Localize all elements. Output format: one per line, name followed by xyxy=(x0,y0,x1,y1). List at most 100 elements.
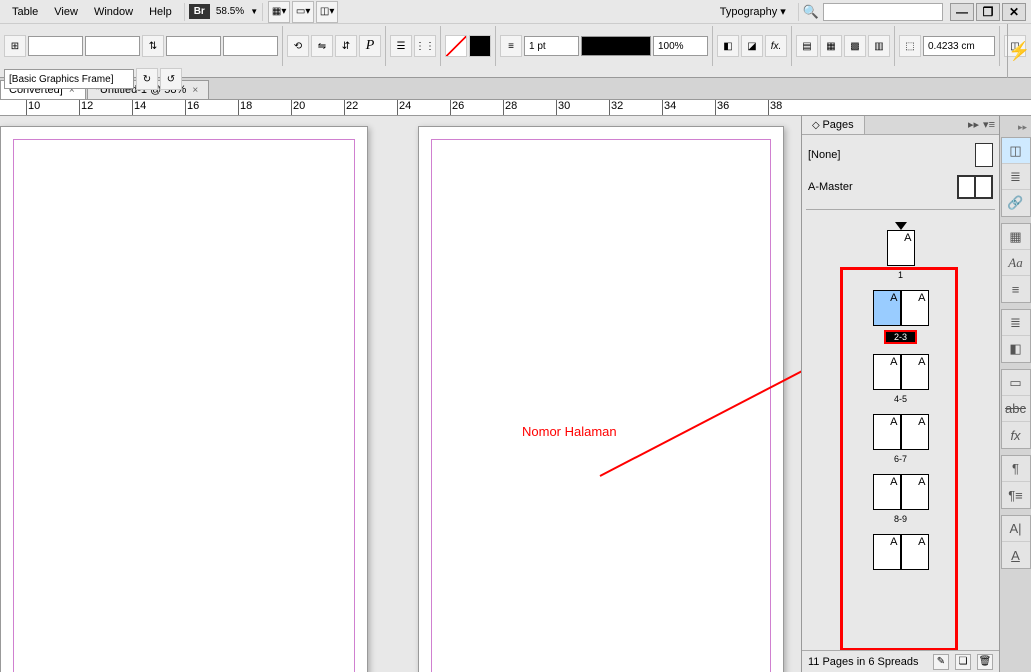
text-wrap-none-icon[interactable]: ▤ xyxy=(796,35,818,57)
x-field[interactable] xyxy=(28,36,83,56)
page-thumb[interactable]: A xyxy=(901,354,929,390)
close-button[interactable]: ✕ xyxy=(1002,3,1026,21)
effects-dock-icon[interactable]: fx xyxy=(1002,422,1030,448)
close-tab-icon[interactable]: × xyxy=(192,85,198,96)
color-dock-icon[interactable]: ≣ xyxy=(1002,310,1030,336)
paragraph-dock-icon[interactable]: ¶ xyxy=(1002,456,1030,482)
page-thumb[interactable]: A xyxy=(873,474,901,510)
flip-v-icon[interactable]: ⇵ xyxy=(335,35,357,57)
refresh-icon[interactable]: ↻ xyxy=(136,68,158,90)
object-dock-icon[interactable]: ▭ xyxy=(1002,370,1030,396)
corner-icon[interactable]: ⬚ xyxy=(899,35,921,57)
gradient-dock-icon[interactable]: ◧ xyxy=(1002,336,1030,362)
spread-label[interactable]: 6-7 xyxy=(890,454,911,464)
page-thumb[interactable]: A xyxy=(901,534,929,570)
document-canvas[interactable]: Nomor Halaman xyxy=(0,116,801,672)
char-style-a-dock-icon[interactable]: A| xyxy=(1002,516,1030,542)
page-spread[interactable]: AA xyxy=(873,474,929,510)
fill-black-icon[interactable] xyxy=(469,35,491,57)
master-a[interactable]: A-Master xyxy=(806,171,995,203)
spread-label[interactable]: 1 xyxy=(894,270,907,280)
page-thumb[interactable]: A xyxy=(873,414,901,450)
menu-view[interactable]: View xyxy=(46,3,86,21)
new-page-icon[interactable]: ❏ xyxy=(955,654,971,670)
page-right[interactable] xyxy=(418,126,784,672)
delete-page-icon[interactable]: 🗑 xyxy=(977,654,993,670)
view-mode-icon[interactable]: ▦▾ xyxy=(268,1,290,23)
menu-window[interactable]: Window xyxy=(86,3,141,21)
drop-shadow-icon[interactable]: ◪ xyxy=(741,35,763,57)
page-left[interactable] xyxy=(0,126,368,672)
flip-h-icon[interactable]: ⇋ xyxy=(311,35,333,57)
workspace-switcher[interactable]: Typography ▾ xyxy=(712,2,794,21)
menu-help[interactable]: Help xyxy=(141,3,180,21)
page-thumb[interactable]: A xyxy=(901,290,929,326)
zoom-level[interactable]: 58.5% xyxy=(210,4,250,19)
page-thumb[interactable]: A xyxy=(873,534,901,570)
spread-label[interactable]: 4-5 xyxy=(890,394,911,404)
bridge-icon[interactable]: Br xyxy=(189,4,210,19)
w-field[interactable] xyxy=(166,36,221,56)
y-field[interactable] xyxy=(85,36,140,56)
align-icon[interactable]: ☰ xyxy=(390,35,412,57)
page-thumb[interactable]: A xyxy=(901,414,929,450)
links-dock-icon[interactable]: 🔗 xyxy=(1002,190,1030,216)
ruler-tick: 32 xyxy=(609,100,623,116)
paragraph-styles-dock-icon[interactable]: ¶≡ xyxy=(1002,482,1030,508)
opacity-field[interactable]: 100% xyxy=(653,36,708,56)
master-indicator: A xyxy=(904,232,911,244)
page-spread[interactable]: A xyxy=(887,230,915,266)
effects-icon[interactable]: ◧ xyxy=(717,35,739,57)
no-fill-icon[interactable] xyxy=(445,35,467,57)
arrange-icon[interactable]: ◫▾ xyxy=(316,1,338,23)
page-spread[interactable]: AA xyxy=(873,290,929,326)
page-thumb[interactable]: A xyxy=(873,290,901,326)
search-input[interactable] xyxy=(823,3,943,21)
page-spread[interactable]: AA xyxy=(873,534,929,570)
pages-panel-body[interactable]: [None] A-Master A1AA2-3AA4-5AA6-7AA8-9AA xyxy=(802,135,999,650)
refresh2-icon[interactable]: ↺ xyxy=(160,68,182,90)
menu-table[interactable]: Table xyxy=(4,3,46,21)
page-thumb[interactable]: A xyxy=(887,230,915,266)
reference-point-icon[interactable]: ⊞ xyxy=(4,35,26,57)
pages-dock-icon[interactable]: ◫ xyxy=(1002,138,1030,164)
dock-collapse-icon[interactable]: ▸▸ xyxy=(1014,122,1031,137)
h-field[interactable] xyxy=(223,36,278,56)
spread-label[interactable]: 8-9 xyxy=(890,514,911,524)
minimize-button[interactable]: — xyxy=(950,3,974,21)
link-icon[interactable]: ⇅ xyxy=(142,35,164,57)
object-style-preset[interactable]: [Basic Graphics Frame] xyxy=(4,69,134,89)
character-dock-icon[interactable]: Aa xyxy=(1002,250,1030,276)
rotate-icon[interactable]: ⟲ xyxy=(287,35,309,57)
text-wrap-bound-icon[interactable]: ▦ xyxy=(820,35,842,57)
stroke-dock-icon[interactable]: ≡ xyxy=(1002,276,1030,302)
screen-mode-icon[interactable]: ▭▾ xyxy=(292,1,314,23)
quick-apply-icon[interactable]: ⚡ xyxy=(1007,24,1031,78)
strikethrough-dock-icon[interactable]: abc xyxy=(1002,396,1030,422)
swatches-dock-icon[interactable]: ▦ xyxy=(1002,224,1030,250)
page-spread[interactable]: AA xyxy=(873,354,929,390)
stroke-weight[interactable]: 1 pt xyxy=(524,36,579,56)
panel-menu-icon[interactable]: ▾≡ xyxy=(983,118,995,132)
edit-page-icon[interactable]: ✎ xyxy=(933,654,949,670)
page-spread[interactable]: AA xyxy=(873,414,929,450)
char-style-b-dock-icon[interactable]: A xyxy=(1002,542,1030,568)
page-thumb[interactable]: A xyxy=(873,354,901,390)
paragraph-icon[interactable]: P xyxy=(359,35,381,57)
distribute-icon[interactable]: ⋮⋮ xyxy=(414,35,436,57)
page-thumb[interactable]: A xyxy=(901,474,929,510)
corner-size[interactable]: 0.4233 cm xyxy=(923,36,995,56)
master-none[interactable]: [None] xyxy=(806,139,995,171)
text-wrap-shape-icon[interactable]: ▩ xyxy=(844,35,866,57)
horizontal-ruler[interactable]: 101214161820222426283032343638 xyxy=(0,100,1031,116)
chevron-down-icon[interactable]: ▼ xyxy=(250,7,258,16)
text-wrap-jump-icon[interactable]: ▥ xyxy=(868,35,890,57)
maximize-button[interactable]: ❐ xyxy=(976,3,1000,21)
fx-icon[interactable]: fx. xyxy=(765,35,787,57)
layers-dock-icon[interactable]: ≣ xyxy=(1002,164,1030,190)
panel-collapse-icon[interactable]: ▸▸ xyxy=(968,118,979,132)
stroke-style[interactable] xyxy=(581,36,651,56)
pages-panel-tab[interactable]: ◇ Pages xyxy=(802,116,865,134)
separator xyxy=(798,3,799,21)
spread-label[interactable]: 2-3 xyxy=(884,330,917,344)
